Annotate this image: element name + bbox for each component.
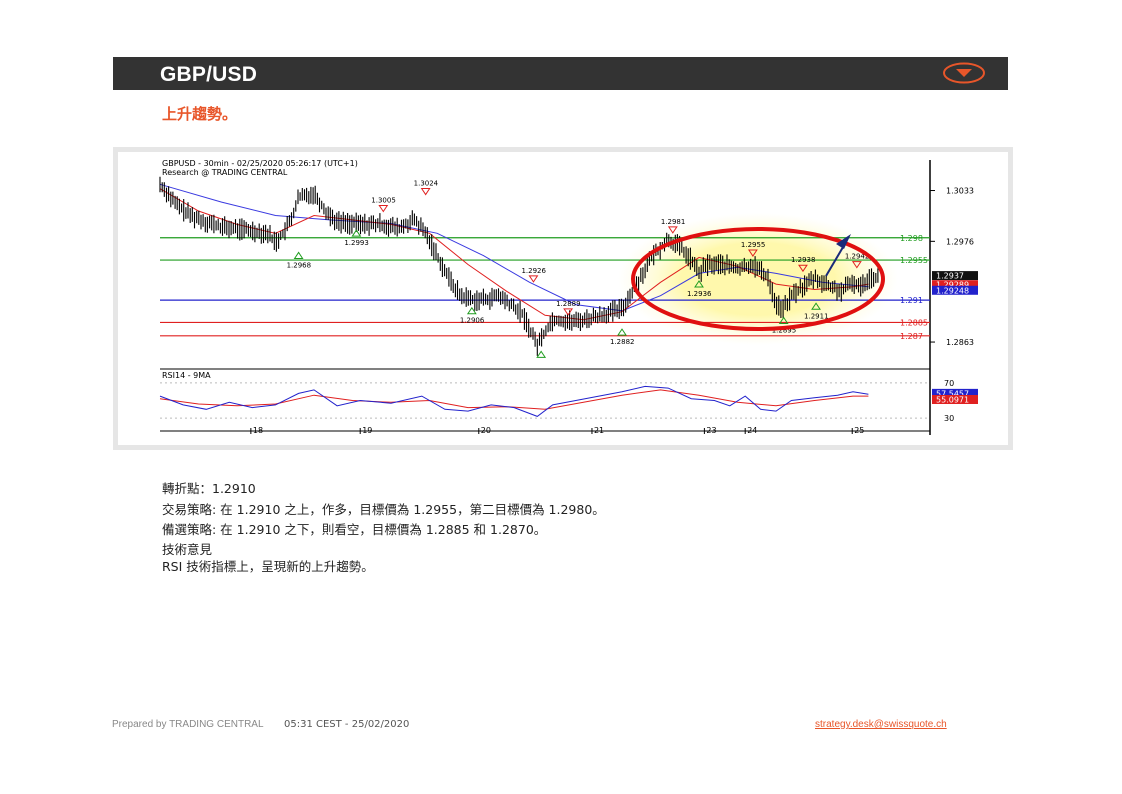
x-tick-label: 21 bbox=[594, 426, 604, 435]
chart-title: GBPUSD - 30min - 02/25/2020 05:26:17 (UT… bbox=[162, 159, 358, 168]
support-marker bbox=[351, 229, 362, 237]
support-label: 1.2993 bbox=[344, 239, 369, 247]
report-timestamp: 05:31 CEST - 25/02/2020 bbox=[284, 719, 410, 730]
level-label: 1.2955 bbox=[900, 256, 928, 265]
support-marker bbox=[617, 328, 627, 336]
resistance-marker bbox=[563, 308, 574, 316]
support-label: 1.2906 bbox=[460, 317, 485, 325]
resistance-label: 1.2926 bbox=[521, 267, 546, 275]
chart-panel: GBPUSD - 30min - 02/25/2020 05:26:17 (UT… bbox=[118, 152, 1008, 445]
trend-summary: 上升趨勢。 bbox=[162, 105, 238, 123]
resistance-label: 1.2955 bbox=[741, 241, 766, 249]
support-label: 1.2936 bbox=[687, 290, 712, 298]
resistance-marker bbox=[420, 188, 431, 196]
prepared-by: Prepared by TRADING CENTRAL bbox=[112, 719, 264, 730]
alternative-strategy: 備選策略: 在 1.2910 之下，則看空，目標價為 1.2885 和 1.28… bbox=[162, 522, 547, 537]
x-tick-label: 18 bbox=[253, 426, 263, 435]
instrument-title: GBP/USD bbox=[160, 63, 258, 86]
resistance-label: 1.2889 bbox=[556, 300, 581, 308]
resistance-label: 1.2981 bbox=[661, 218, 686, 226]
y-tick-label: 1.2976 bbox=[946, 237, 974, 246]
level-label: 1.298 bbox=[900, 234, 923, 243]
x-tick-label: 20 bbox=[481, 426, 491, 435]
support-label: 1.2911 bbox=[804, 312, 829, 320]
rsi-current-label: 55.0971 bbox=[936, 395, 969, 404]
resistance-label: 1.3005 bbox=[371, 196, 396, 204]
current-price-label: 1.2937 bbox=[936, 272, 964, 281]
analysis-notes: 轉折點：1.2910 交易策略: 在 1.2910 之上，作多，目標價為 1.2… bbox=[162, 479, 605, 575]
x-tick-label: 24 bbox=[747, 426, 757, 435]
current-price-label: 1.29248 bbox=[936, 286, 969, 295]
rsi-title: RSI14 - 9MA bbox=[162, 371, 211, 380]
chart-frame: GBPUSD - 30min - 02/25/2020 05:26:17 (UT… bbox=[113, 147, 1013, 450]
x-tick-label: 23 bbox=[706, 426, 716, 435]
level-label: 1.287 bbox=[900, 332, 923, 341]
rsi-tick-label: 70 bbox=[944, 379, 954, 388]
rsi-tick-label: 30 bbox=[944, 414, 954, 423]
x-tick-label: 25 bbox=[854, 426, 864, 435]
dropdown-toggle-button[interactable] bbox=[942, 62, 986, 84]
technical-comment-title: 技術意見 bbox=[162, 541, 213, 557]
chevron-down-icon bbox=[943, 62, 985, 84]
rsi-line bbox=[159, 385, 869, 417]
support-label: 1.2882 bbox=[610, 338, 635, 346]
report-header: GBP/USD bbox=[113, 57, 1008, 90]
highlight-glow bbox=[618, 213, 898, 345]
support-label: 1.2968 bbox=[287, 261, 312, 269]
y-tick-label: 1.2863 bbox=[946, 338, 974, 347]
contact-email-link[interactable]: strategy.desk@swissquote.ch bbox=[815, 719, 947, 730]
resistance-label: 1.2938 bbox=[791, 256, 816, 264]
pivot-point: 轉折點：1.2910 bbox=[162, 481, 256, 496]
trading-strategy: 交易策略: 在 1.2910 之上，作多，目標價為 1.2955，第二目標價為 … bbox=[162, 501, 605, 517]
level-label: 1.2885 bbox=[900, 318, 928, 327]
resistance-marker bbox=[528, 275, 539, 283]
support-marker bbox=[536, 350, 547, 358]
x-tick-label: 19 bbox=[362, 426, 372, 435]
technical-comment: RSI 技術指標上，呈現新的上升趨勢。 bbox=[162, 558, 374, 574]
y-tick-label: 1.3033 bbox=[946, 187, 974, 196]
support-marker bbox=[293, 251, 304, 259]
level-label: 1.291 bbox=[900, 296, 923, 305]
price-chart: GBPUSD - 30min - 02/25/2020 05:26:17 (UT… bbox=[159, 159, 978, 435]
resistance-label: 1.3024 bbox=[414, 180, 439, 188]
resistance-marker bbox=[378, 204, 389, 213]
chart-source: Research @ TRADING CENTRAL bbox=[162, 168, 288, 177]
